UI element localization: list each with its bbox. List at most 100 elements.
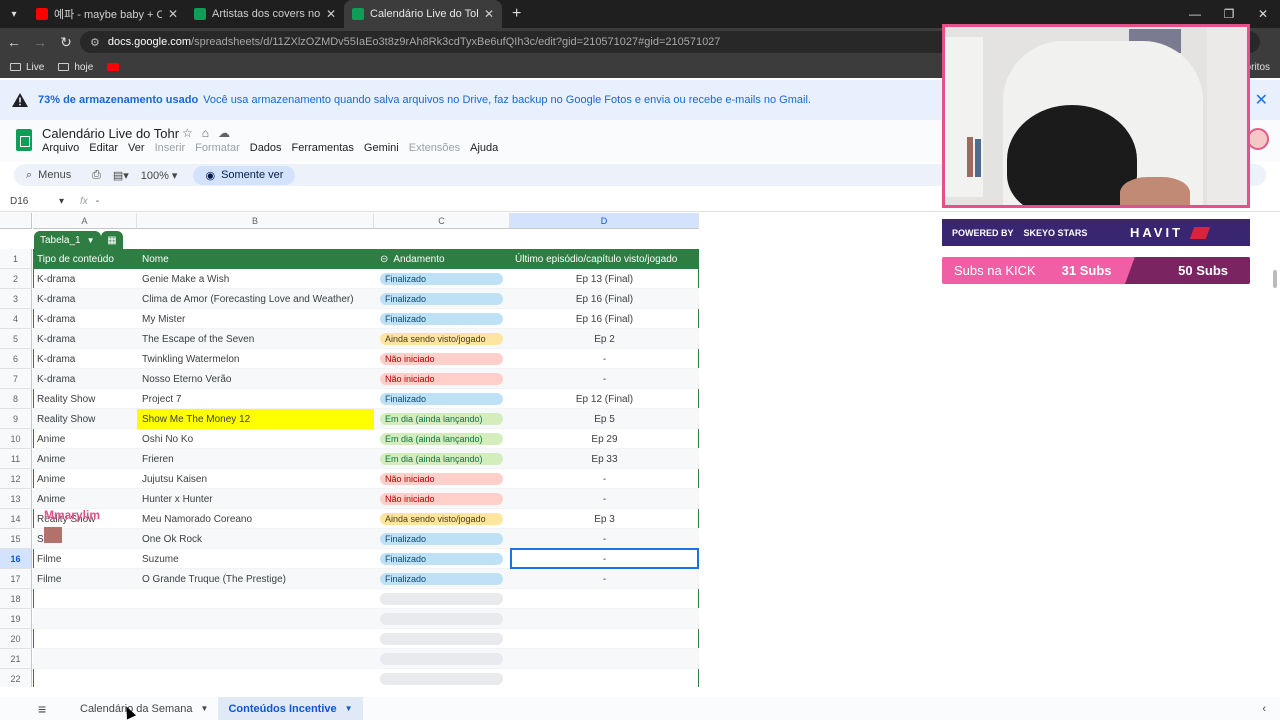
row-header[interactable]: 1 [0,249,32,269]
header-ultimo-episodio[interactable]: Último episódio/capítulo visto/jogado [515,249,677,269]
close-tab-icon[interactable]: ✕ [326,7,336,21]
menu-item[interactable]: Editar [89,142,118,154]
cell-andamento[interactable]: Em dia (ainda lançando) [380,449,510,469]
cell-ultimo-episodio[interactable]: - [510,529,699,549]
cell-tipo[interactable]: K-drama [37,309,137,329]
cell-andamento[interactable] [380,609,510,629]
chevron-down-icon[interactable]: ▼ [201,704,209,713]
menu-item[interactable]: Dados [250,142,282,154]
cell-tipo[interactable]: K-drama [37,329,137,349]
row-header[interactable]: 12 [0,469,32,489]
cell-andamento[interactable]: Finalizado [380,389,510,409]
menu-item[interactable]: Arquivo [42,142,79,154]
document-title[interactable]: Calendário Live do Tohr [42,126,179,141]
cell-tipo[interactable]: Filme [37,569,137,589]
cell-ultimo-episodio[interactable]: - [510,469,699,489]
menu-item[interactable]: Ver [128,142,145,154]
zoom-select[interactable]: 100% ▾ [141,169,178,182]
cell-tipo[interactable]: Reality Show [37,389,137,409]
cell-ultimo-episodio[interactable]: Ep 29 [510,429,699,449]
row-header[interactable]: 19 [0,609,32,629]
row-header[interactable]: 13 [0,489,32,509]
cell-andamento[interactable]: Finalizado [380,569,510,589]
cell-andamento[interactable] [380,649,510,669]
menu-item[interactable]: Gemini [364,142,399,154]
sheet-tab[interactable]: Calendário da Semana ▼ [70,697,218,720]
menu-item[interactable]: Formatar [195,142,240,154]
cell-ultimo-episodio[interactable]: - [510,569,699,589]
cell-andamento[interactable]: Finalizado [380,289,510,309]
chevron-down-icon[interactable]: ▼ [345,704,353,713]
row-header[interactable]: 15 [0,529,32,549]
name-box[interactable]: D16 ▾ [0,196,72,207]
cell-tipo[interactable]: Reality Show [37,409,137,429]
bookmark-live[interactable]: Live [10,62,44,73]
row-header[interactable]: 14 [0,509,32,529]
forward-icon[interactable]: → [28,34,52,50]
table-name-chip[interactable]: Tabela_1 ▼ [34,231,101,249]
row-header[interactable]: 21 [0,649,32,669]
browser-tab[interactable]: 예파 - maybe baby + CAN I SIP ✕ [28,0,186,28]
cell-nome[interactable]: My Mister [137,309,374,329]
cell-andamento[interactable]: Em dia (ainda lançando) [380,429,510,449]
menu-item[interactable]: Extensões [409,142,460,154]
menu-item[interactable]: Ajuda [470,142,498,154]
cell-nome[interactable]: Meu Namorado Coreano [137,509,374,529]
column-header[interactable]: D [510,213,699,229]
cell-ultimo-episodio[interactable]: Ep 2 [510,329,699,349]
cell-nome[interactable]: Project 7 [137,389,374,409]
spreadsheet-grid[interactable]: Tabela_1 ▼ ▦ Tipo de conteúdo Nome ⊝ Anda… [0,213,699,687]
cell-andamento[interactable]: Não iniciado [380,369,510,389]
star-icon[interactable]: ☆ [182,126,193,140]
vertical-scrollbar[interactable] [1273,270,1277,288]
cell-tipo[interactable]: K-drama [37,289,137,309]
table-view-icon[interactable]: ▦ [101,231,123,249]
cell-nome[interactable]: Twinkling Watermelon [137,349,374,369]
move-icon[interactable]: ⌂ [202,126,209,140]
row-header[interactable]: 2 [0,269,32,289]
cell-andamento[interactable]: Finalizado [380,309,510,329]
cell-andamento[interactable] [380,669,510,687]
close-tab-icon[interactable]: ✕ [484,7,494,21]
cell-nome[interactable]: O Grande Truque (The Prestige) [137,569,374,589]
row-header[interactable]: 16 [0,549,32,569]
cell-ultimo-episodio[interactable]: Ep 33 [510,449,699,469]
cell-tipo[interactable]: Filme [37,549,137,569]
all-sheets-icon[interactable]: ≡ [0,701,70,717]
row-header[interactable]: 18 [0,589,32,609]
row-header[interactable]: 17 [0,569,32,589]
cell-andamento[interactable]: Em dia (ainda lançando) [380,409,510,429]
cell-andamento[interactable]: Finalizado [380,269,510,289]
cell-nome[interactable]: Frieren [137,449,374,469]
cloud-status-icon[interactable]: ☁ [218,126,230,140]
sheets-logo-icon[interactable] [16,129,32,151]
cell-nome[interactable]: Clima de Amor (Forecasting Love and Weat… [137,289,374,309]
row-header[interactable]: 6 [0,349,32,369]
close-tab-icon[interactable]: ✕ [168,7,178,21]
cell-andamento[interactable]: Ainda sendo visto/jogado [380,509,510,529]
header-nome[interactable]: Nome [142,249,169,269]
cell-tipo[interactable]: Anime [37,449,137,469]
browser-tab[interactable]: Calendário Live do Tohr - Goog ✕ [344,0,502,28]
cell-tipo[interactable]: Anime [37,489,137,509]
bookmark-youtube[interactable] [107,63,120,71]
menu-item[interactable]: Inserir [155,142,186,154]
cell-ultimo-episodio[interactable]: Ep 12 (Final) [510,389,699,409]
cell-nome[interactable]: Suzume [137,549,374,569]
cell-ultimo-episodio[interactable]: Ep 13 (Final) [510,269,699,289]
cell-tipo[interactable]: K-drama [37,369,137,389]
browser-tab[interactable]: Artistas dos covers no Mujin - C ✕ [186,0,344,28]
cell-tipo[interactable]: K-drama [37,269,137,289]
cell-andamento[interactable]: Finalizado [380,529,510,549]
reload-icon[interactable]: ↻ [54,34,78,51]
row-header[interactable]: 10 [0,429,32,449]
row-header[interactable]: 4 [0,309,32,329]
row-header[interactable]: 11 [0,449,32,469]
cell-andamento[interactable]: Não iniciado [380,489,510,509]
row-header[interactable]: 3 [0,289,32,309]
collapse-icon[interactable]: ‹ [1262,703,1266,715]
cell-ultimo-episodio[interactable]: Ep 16 (Final) [510,309,699,329]
cell-andamento[interactable]: Não iniciado [380,349,510,369]
cell-andamento[interactable]: Finalizado [380,549,510,569]
cell-tipo[interactable]: Anime [37,469,137,489]
